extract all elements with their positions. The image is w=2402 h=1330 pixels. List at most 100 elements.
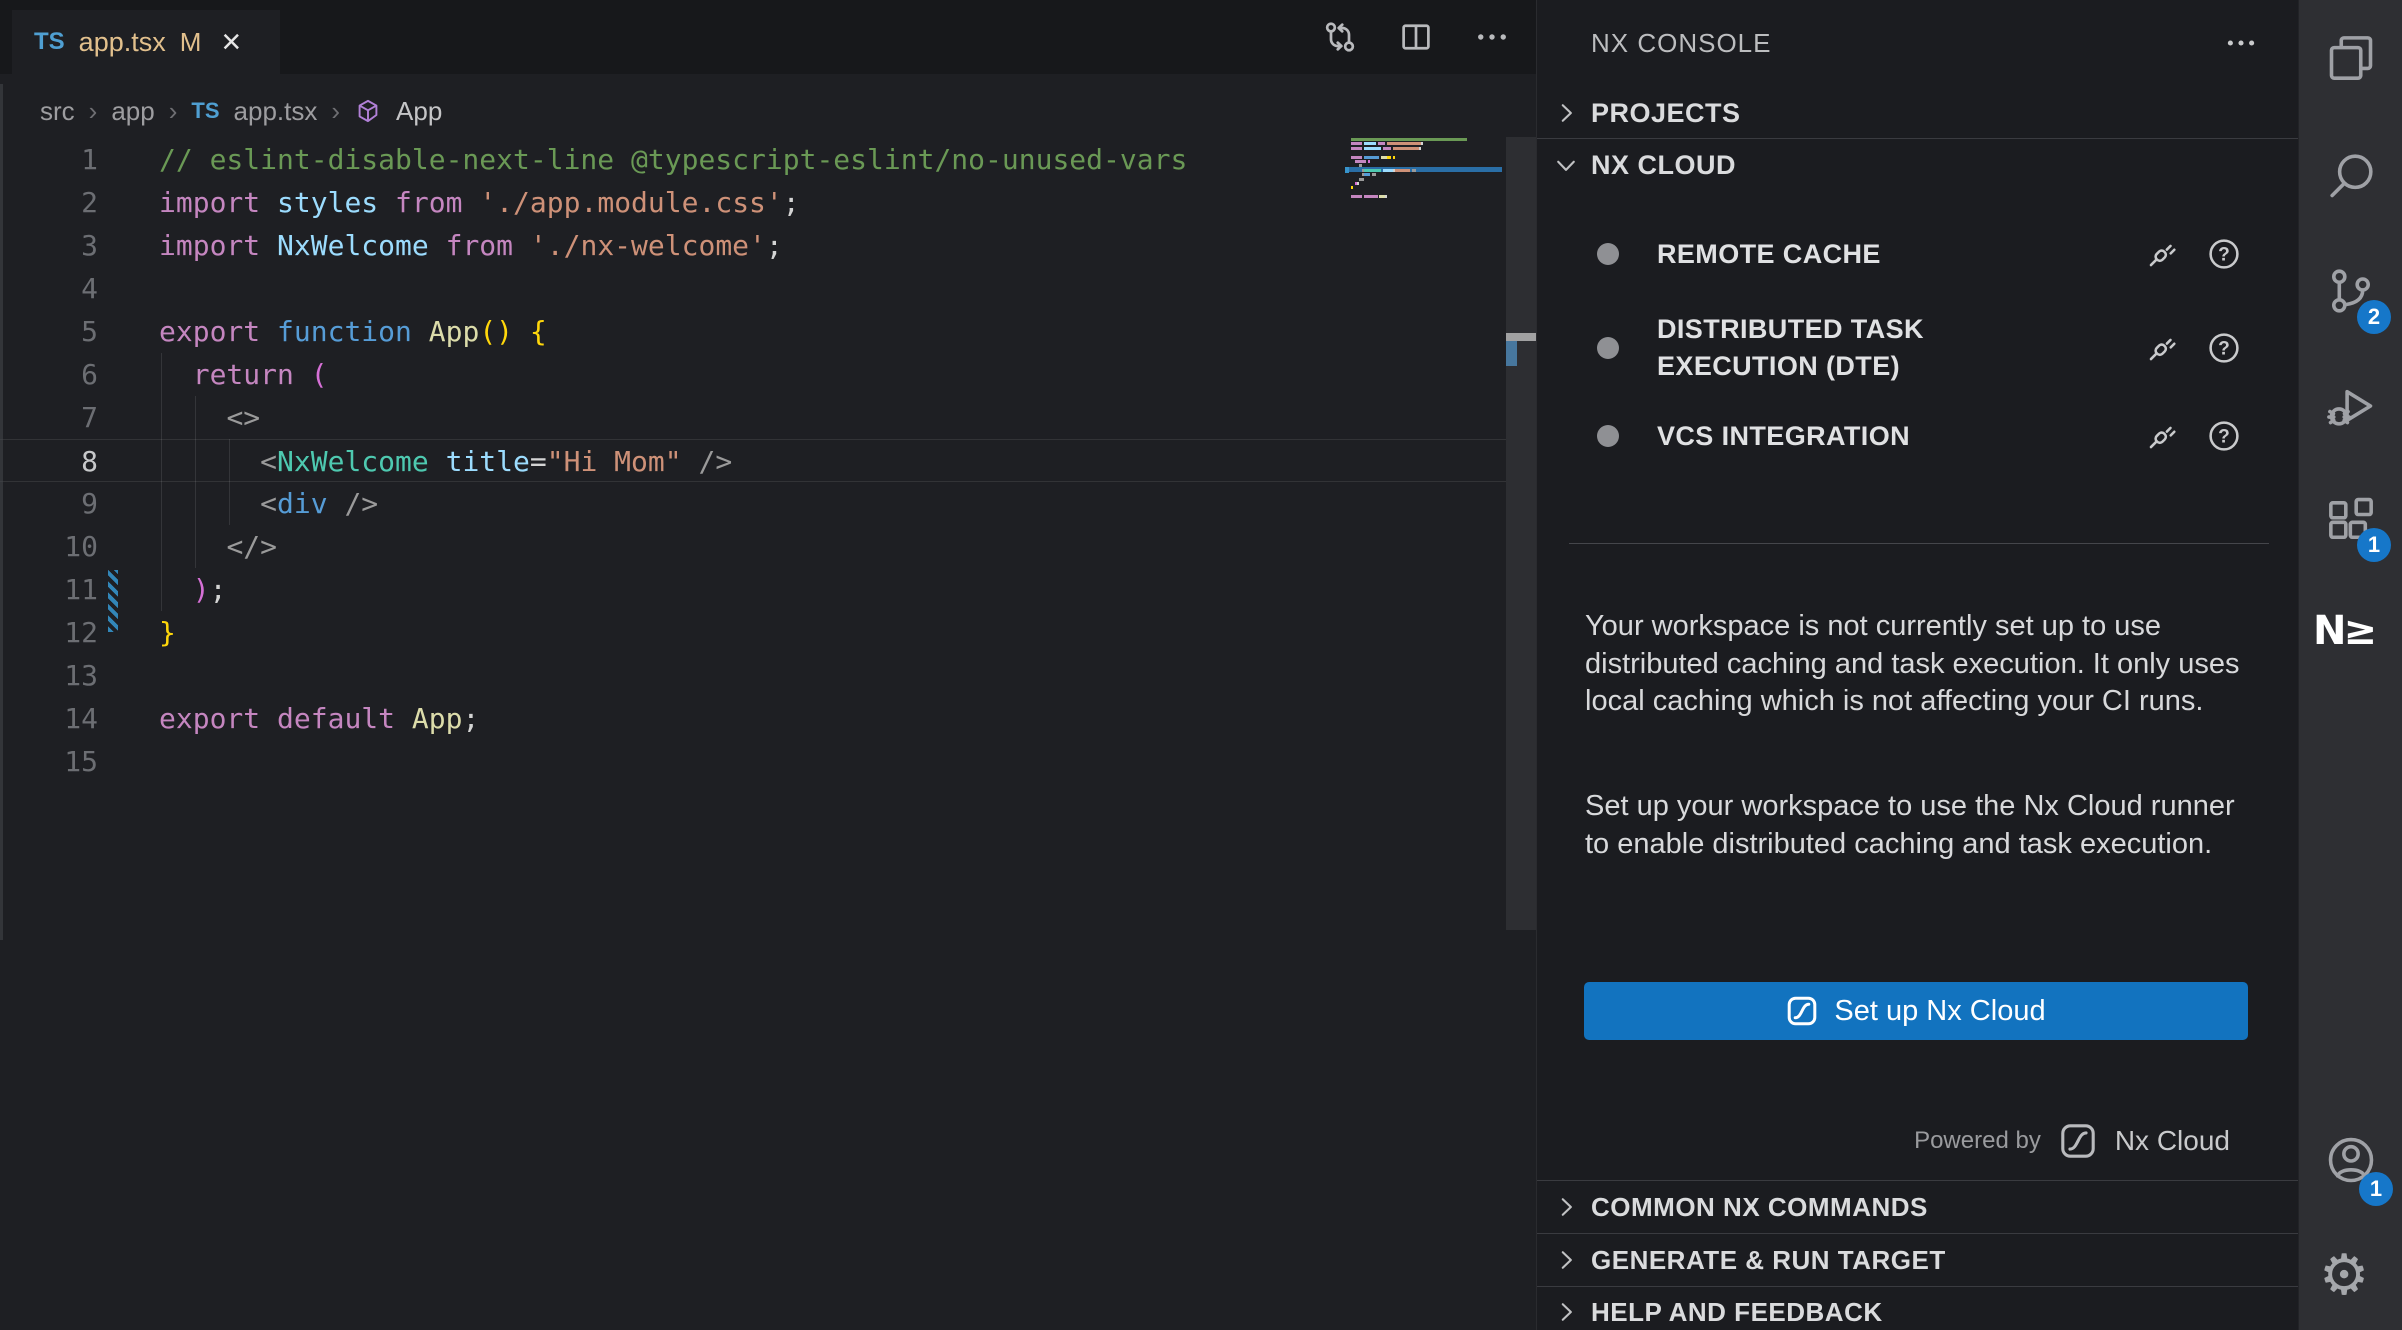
connect-plug-icon[interactable]: [2145, 237, 2179, 271]
nx-console-panel: NX CONSOLE PROJECTS NX CLOUD REMOTE CACH…: [1536, 0, 2298, 1330]
nx-cloud-logo-icon: [1786, 995, 1818, 1027]
source-control-badge: 2: [2357, 300, 2391, 334]
help-question-icon[interactable]: ?: [2207, 331, 2241, 365]
panel-header: NX CONSOLE: [1591, 20, 2258, 66]
svg-text:?: ?: [2218, 338, 2230, 359]
help-question-icon[interactable]: ?: [2207, 237, 2241, 271]
section-label: COMMON NX COMMANDS: [1591, 1192, 1928, 1223]
typescript-icon: TS: [191, 98, 219, 124]
status-dot-icon: [1597, 425, 1619, 447]
divider: [1537, 1286, 2299, 1287]
status-dot-icon: [1597, 243, 1619, 265]
code-line[interactable]: 10 </>: [0, 525, 1506, 568]
code-line[interactable]: 8 <NxWelcome title="Hi Mom" />: [0, 439, 1506, 482]
code-line[interactable]: 4: [0, 267, 1506, 310]
split-editor-icon[interactable]: [1398, 19, 1434, 55]
modified-badge: M: [180, 27, 202, 58]
explorer-files-icon[interactable]: [2325, 32, 2377, 84]
code-line[interactable]: 3import NxWelcome from './nx-welcome';: [0, 224, 1506, 267]
feature-label: DISTRIBUTED TASK EXECUTION (DTE): [1657, 311, 2057, 385]
section-generate-run-target[interactable]: GENERATE & RUN TARGET: [1537, 1235, 2299, 1285]
chevron-down-icon: [1553, 152, 1579, 178]
gutter-modified-marker: [108, 570, 118, 632]
code-line[interactable]: 7 <>: [0, 396, 1506, 439]
settings-gear-icon[interactable]: ⚙: [2319, 1248, 2369, 1304]
more-actions-icon[interactable]: [2224, 26, 2258, 60]
divider: [1537, 138, 2299, 139]
code-line[interactable]: 13: [0, 654, 1506, 697]
section-nx-cloud[interactable]: NX CLOUD: [1537, 142, 2299, 188]
chevron-right-icon: [1553, 100, 1579, 126]
indent-guide: [161, 353, 162, 611]
nx-console-icon[interactable]: N≥: [2313, 608, 2374, 654]
divider: [1537, 1180, 2299, 1181]
section-label: NX CLOUD: [1591, 150, 1736, 181]
indent-guide: [229, 439, 230, 525]
code-line[interactable]: 9 <div />: [0, 482, 1506, 525]
chevron-right-icon: [1553, 1247, 1579, 1273]
divider: [1569, 543, 2269, 544]
extensions-badge: 1: [2357, 528, 2391, 562]
breadcrumb: src › app › TS app.tsx › App: [40, 92, 442, 130]
code-line[interactable]: 1// eslint-disable-next-line @typescript…: [0, 138, 1506, 181]
workspace-status-text: Your workspace is not currently set up t…: [1585, 608, 2253, 721]
code-line[interactable]: 11 );: [0, 568, 1506, 611]
tab-strip: TS app.tsx M ×: [0, 0, 1536, 74]
section-label: HELP AND FEEDBACK: [1591, 1297, 1883, 1328]
code-line[interactable]: 6 return (: [0, 353, 1506, 396]
search-icon[interactable]: [2325, 150, 2377, 202]
nx-cloud-logo-icon: [2059, 1122, 2097, 1160]
overview-modified-marker: [1506, 341, 1517, 366]
tab-label: app.tsx: [79, 27, 166, 58]
feature-dte: DISTRIBUTED TASK EXECUTION (DTE) ?: [1597, 300, 2241, 396]
breadcrumb-item-file[interactable]: app.tsx: [234, 96, 318, 127]
svg-text:?: ?: [2218, 244, 2230, 265]
code-line[interactable]: 15: [0, 740, 1506, 783]
breadcrumb-item-src[interactable]: src: [40, 96, 75, 127]
more-actions-icon[interactable]: [1474, 19, 1510, 55]
minimap[interactable]: [1345, 138, 1502, 208]
chevron-right-icon: ›: [169, 96, 178, 127]
section-label: PROJECTS: [1591, 98, 1741, 129]
editor-actions: [1322, 0, 1510, 74]
chevron-right-icon: [1553, 1299, 1579, 1325]
code-line[interactable]: 5export function App() {: [0, 310, 1506, 353]
tab-app-tsx[interactable]: TS app.tsx M ×: [12, 10, 280, 74]
chevron-right-icon: ›: [89, 96, 98, 127]
svg-text:?: ?: [2218, 426, 2230, 447]
connect-plug-icon[interactable]: [2145, 331, 2179, 365]
breadcrumb-item-symbol[interactable]: App: [396, 96, 442, 127]
panel-title: NX CONSOLE: [1591, 28, 1772, 59]
brand-label: Nx Cloud: [2115, 1125, 2230, 1157]
button-label: Set up Nx Cloud: [1834, 995, 2045, 1028]
powered-by: Powered by Nx Cloud: [1914, 1122, 2230, 1160]
code-line[interactable]: 2import styles from './app.module.css';: [0, 181, 1506, 224]
activity-bar: 2 1 N≥ 1 ⚙: [2298, 0, 2402, 1330]
code-line[interactable]: 14export default App;: [0, 697, 1506, 740]
feature-label: VCS INTEGRATION: [1657, 418, 1910, 455]
run-debug-icon[interactable]: [2325, 380, 2377, 432]
feature-vcs-integration: VCS INTEGRATION ?: [1597, 412, 2241, 460]
code-editor[interactable]: 1// eslint-disable-next-line @typescript…: [0, 130, 1536, 1330]
section-help-and-feedback[interactable]: HELP AND FEEDBACK: [1537, 1288, 2299, 1330]
powered-by-label: Powered by: [1914, 1127, 2041, 1155]
help-question-icon[interactable]: ?: [2207, 419, 2241, 453]
feature-remote-cache: REMOTE CACHE ?: [1597, 230, 2241, 278]
chevron-right-icon: [1553, 1194, 1579, 1220]
typescript-icon: TS: [34, 28, 65, 56]
setup-instruction-text: Set up your workspace to use the Nx Clou…: [1585, 788, 2253, 863]
section-projects[interactable]: PROJECTS: [1537, 90, 2299, 136]
editor-scrollbar[interactable]: [1506, 137, 1536, 930]
feature-label: REMOTE CACHE: [1657, 236, 1881, 273]
setup-nx-cloud-button[interactable]: Set up Nx Cloud: [1584, 982, 2248, 1040]
breadcrumb-item-app[interactable]: app: [111, 96, 154, 127]
overview-cursor-marker: [1506, 333, 1536, 341]
connect-plug-icon[interactable]: [2145, 419, 2179, 453]
section-common-nx-commands[interactable]: COMMON NX COMMANDS: [1537, 1182, 2299, 1232]
minimap-modified-marker: [1345, 167, 1349, 173]
close-icon[interactable]: ×: [221, 25, 241, 59]
open-changes-icon[interactable]: [1322, 19, 1358, 55]
code-line[interactable]: 12}: [0, 611, 1506, 654]
chevron-right-icon: ›: [331, 96, 340, 127]
symbol-cube-icon: [354, 97, 382, 125]
